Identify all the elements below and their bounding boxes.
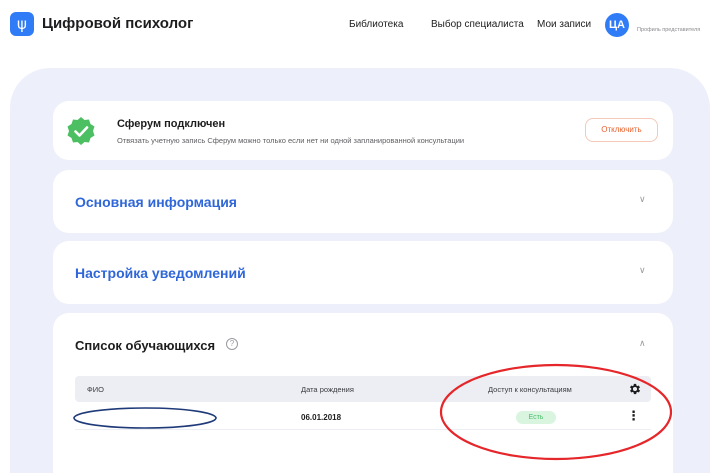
sferum-subtitle: Отвязать учетную запись Сферум можно тол…: [117, 136, 465, 145]
top-header: ψ Цифровой психолог Библиотека Выбор спе…: [0, 0, 712, 50]
chevron-down-icon[interactable]: ∨: [639, 194, 646, 205]
nav-my-appointments-link[interactable]: Мои записи: [537, 19, 591, 30]
nav-library-link[interactable]: Библиотека: [349, 19, 403, 30]
access-status-badge: Есть: [516, 411, 556, 424]
app-logo-icon[interactable]: ψ: [10, 12, 34, 36]
notification-settings-title[interactable]: Настройка уведомлений: [75, 265, 246, 281]
notification-settings-section[interactable]: Настройка уведомлений ∨: [53, 241, 673, 304]
sferum-title: Сферум подключен: [117, 118, 226, 130]
gear-icon[interactable]: [628, 382, 642, 396]
basic-info-title[interactable]: Основная информация: [75, 194, 237, 210]
sferum-status-card: Сферум подключен Отвязать учетную запись…: [53, 101, 673, 160]
check-badge-icon: [67, 117, 95, 145]
user-avatar[interactable]: ЦА: [605, 13, 629, 37]
students-list-title: Список обучающихся: [75, 338, 216, 353]
chevron-down-icon[interactable]: ∨: [639, 265, 646, 276]
column-header-access: Доступ к консультациям: [488, 385, 572, 394]
column-header-name: ФИО: [87, 385, 104, 394]
help-icon[interactable]: ?: [226, 338, 238, 350]
table-row[interactable]: 06.01.2018 Есть ⋮: [75, 404, 651, 430]
row-menu-icon[interactable]: ⋮: [627, 409, 640, 425]
students-list-section: Список обучающихся ? ∧ ФИО Дата рождения…: [53, 313, 673, 473]
profile-caption[interactable]: Профиль представителя: [637, 27, 712, 33]
disconnect-button[interactable]: Отключить: [585, 118, 658, 142]
students-table-header: ФИО Дата рождения Доступ к консультациям: [75, 376, 651, 402]
nav-choose-specialist-link[interactable]: Выбор специалиста: [431, 19, 524, 30]
chevron-up-icon[interactable]: ∧: [639, 338, 646, 349]
column-header-birth-date: Дата рождения: [301, 385, 354, 394]
birth-date-cell: 06.01.2018: [301, 413, 342, 422]
app-title[interactable]: Цифровой психолог: [42, 15, 193, 32]
basic-info-section[interactable]: Основная информация ∨: [53, 170, 673, 233]
